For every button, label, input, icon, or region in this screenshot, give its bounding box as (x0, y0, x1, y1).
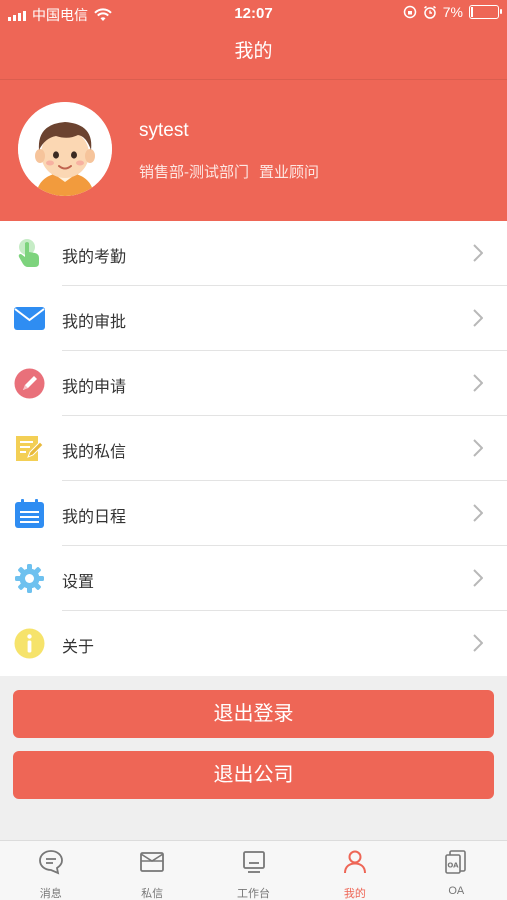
tab-oa[interactable]: OA OA (406, 841, 507, 900)
cartoon-boy-avatar-icon (18, 102, 112, 196)
person-icon (343, 850, 366, 874)
monitor-icon (242, 851, 265, 873)
tab-mine[interactable]: 我的 (304, 841, 405, 900)
menu-list: 我的考勤 我的审批 我的申请 我的私信 我的日程 设置 关于 (0, 221, 507, 676)
oa-doc-icon: OA (445, 850, 467, 874)
chevron-right-icon (473, 439, 483, 457)
menu-item-settings[interactable]: 设置 (0, 546, 507, 611)
menu-item-attendance[interactable]: 我的考勤 (0, 221, 507, 286)
menu-label-approval: 我的审批 (62, 314, 127, 331)
logout-button[interactable]: 退出登录 (13, 690, 494, 738)
tab-label-mine: 我的 (343, 888, 366, 900)
chevron-right-icon (473, 374, 483, 392)
battery-icon (469, 5, 502, 19)
page-title: 我的 (234, 41, 273, 62)
chevron-right-icon (473, 634, 483, 652)
envelope-icon (140, 852, 165, 872)
nav-bar: 我的 (0, 28, 507, 80)
menu-item-application[interactable]: 我的申请 (0, 351, 507, 416)
menu-item-private-message[interactable]: 我的私信 (0, 416, 507, 481)
envelope-icon (14, 307, 45, 330)
menu-item-approval[interactable]: 我的审批 (0, 286, 507, 351)
username: sytest (139, 120, 189, 141)
chevron-right-icon (473, 244, 483, 262)
tab-label-workbench: 工作台 (237, 888, 271, 900)
rotation-lock-icon (403, 5, 417, 19)
status-right: 7% (403, 4, 502, 20)
info-icon (14, 628, 45, 659)
tab-label-oa: OA (448, 885, 465, 897)
battery-fill (471, 7, 473, 17)
pen-circle-icon (14, 368, 45, 399)
menu-label-private-message: 我的私信 (62, 444, 127, 461)
tab-workbench[interactable]: 工作台 (203, 841, 304, 900)
tab-label-messages: 消息 (39, 888, 62, 900)
chevron-right-icon (473, 569, 483, 587)
gear-icon (15, 564, 44, 593)
menu-label-about: 关于 (62, 639, 95, 656)
alarm-icon (423, 5, 436, 19)
note-edit-icon (16, 436, 44, 461)
profile-header[interactable]: sytest 销售部-测试部门 置业顾问 (0, 80, 507, 221)
bottom-tab-bar: 消息 私信 工作台 我的 OA OA (0, 840, 507, 900)
tab-label-private-message: 私信 (141, 888, 164, 900)
battery-percent: 7% (442, 4, 463, 20)
department-name: 销售部-测试部门 (139, 164, 249, 181)
avatar[interactable] (18, 102, 112, 196)
menu-label-schedule: 我的日程 (62, 509, 127, 526)
chat-bubble-icon (38, 850, 63, 875)
status-bar: 中国电信 12:07 7% (0, 0, 507, 28)
job-title: 置业顾问 (259, 164, 320, 181)
chevron-right-icon (473, 309, 483, 327)
chevron-right-icon (473, 504, 483, 522)
menu-label-application: 我的申请 (62, 379, 127, 396)
svg-text:OA: OA (448, 862, 460, 870)
leave-company-button[interactable]: 退出公司 (13, 751, 494, 799)
menu-item-about[interactable]: 关于 (0, 611, 507, 676)
tab-messages[interactable]: 消息 (0, 841, 101, 900)
menu-item-schedule[interactable]: 我的日程 (0, 481, 507, 546)
menu-label-attendance: 我的考勤 (62, 249, 127, 266)
tab-private-message[interactable]: 私信 (101, 841, 202, 900)
department-info: 销售部-测试部门 置业顾问 (139, 161, 319, 182)
menu-label-settings: 设置 (62, 574, 95, 591)
calendar-icon (15, 499, 44, 528)
attendance-hand-icon (18, 239, 39, 267)
